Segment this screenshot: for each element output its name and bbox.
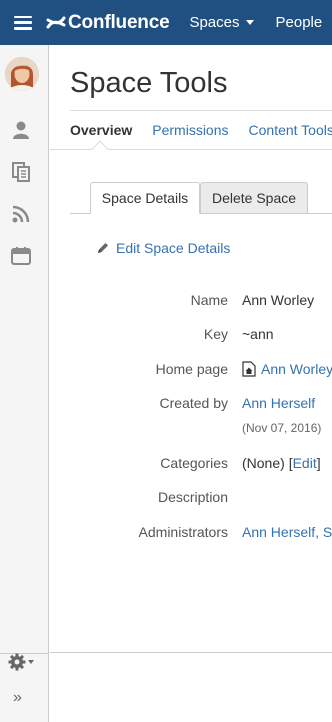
created-by-label: Created by — [159, 395, 228, 411]
feed-icon[interactable] — [10, 203, 32, 225]
home-page-label: Home page — [155, 361, 228, 377]
gear-icon — [8, 653, 26, 671]
chevron-down-icon — [28, 660, 34, 664]
hamburger-icon — [13, 15, 32, 30]
categories-none: (None) — [242, 455, 285, 471]
key-value: ~ann — [242, 326, 274, 342]
chevron-down-icon — [245, 20, 254, 25]
menu-button[interactable] — [0, 0, 45, 45]
administrator-link-more[interactable]: , S — [315, 524, 332, 540]
administrators-label: Administrators — [138, 524, 228, 540]
confluence-logo-icon — [46, 16, 66, 28]
space-details-subtabs: Space Details Delete Space — [70, 182, 332, 214]
confluence-logo[interactable]: Confluence — [45, 0, 170, 45]
name-label: Name — [190, 292, 228, 308]
subtab-space-details[interactable]: Space Details — [90, 182, 200, 214]
main-content: Space Tools Overview Permissions Content… — [50, 45, 332, 722]
name-value: Ann Worley — [242, 292, 315, 308]
administrator-link[interactable]: Ann Herself — [242, 524, 315, 540]
calendar-icon[interactable] — [10, 245, 32, 267]
tab-permissions[interactable]: Permissions — [152, 122, 228, 138]
tab-content-tools[interactable]: Content Tools — [249, 122, 332, 138]
categories-label: Categories — [160, 455, 228, 471]
spaces-menu-label: Spaces — [189, 14, 240, 31]
description-label: Description — [157, 489, 228, 505]
edit-space-details-label: Edit Space Details — [116, 240, 231, 256]
administrators-value: Ann Herself, S — [242, 524, 332, 540]
subtab-delete-space[interactable]: Delete Space — [200, 182, 308, 214]
active-tab-pointer — [91, 140, 109, 158]
edit-space-details-link[interactable]: Edit Space Details — [96, 240, 230, 256]
footer-divider — [50, 652, 332, 653]
logo-text: Confluence — [68, 11, 170, 33]
pencil-icon — [98, 243, 108, 253]
home-page-icon — [242, 361, 256, 377]
space-tools-tabs: Overview Permissions Content Tools — [70, 122, 332, 138]
spaces-menu[interactable]: Spaces — [189, 14, 254, 31]
avatar-image — [5, 57, 39, 91]
pages-icon[interactable] — [10, 161, 32, 183]
settings-menu[interactable] — [8, 651, 42, 673]
home-page-link[interactable]: Ann Worley — [261, 361, 332, 377]
people-link[interactable]: People — [276, 14, 323, 31]
expand-sidebar-button[interactable]: » — [13, 689, 22, 707]
sidebar: » — [0, 45, 49, 722]
edit-categories-link[interactable]: Edit — [293, 455, 317, 471]
avatar[interactable] — [5, 57, 39, 91]
top-navigation-bar: Confluence Spaces People — [0, 0, 332, 45]
home-page-value[interactable]: Ann Worley — [242, 361, 332, 377]
tab-overview[interactable]: Overview — [70, 122, 132, 138]
created-by-link[interactable]: Ann Herself — [242, 395, 315, 411]
bracket-close: ] — [316, 455, 321, 471]
profile-icon[interactable] — [10, 119, 32, 141]
divider — [70, 110, 332, 111]
page-title: Space Tools — [70, 67, 228, 99]
created-date: (Nov 07, 2016) — [242, 421, 322, 435]
key-label: Key — [203, 326, 228, 342]
categories-value: (None) [Edit] — [242, 455, 321, 471]
